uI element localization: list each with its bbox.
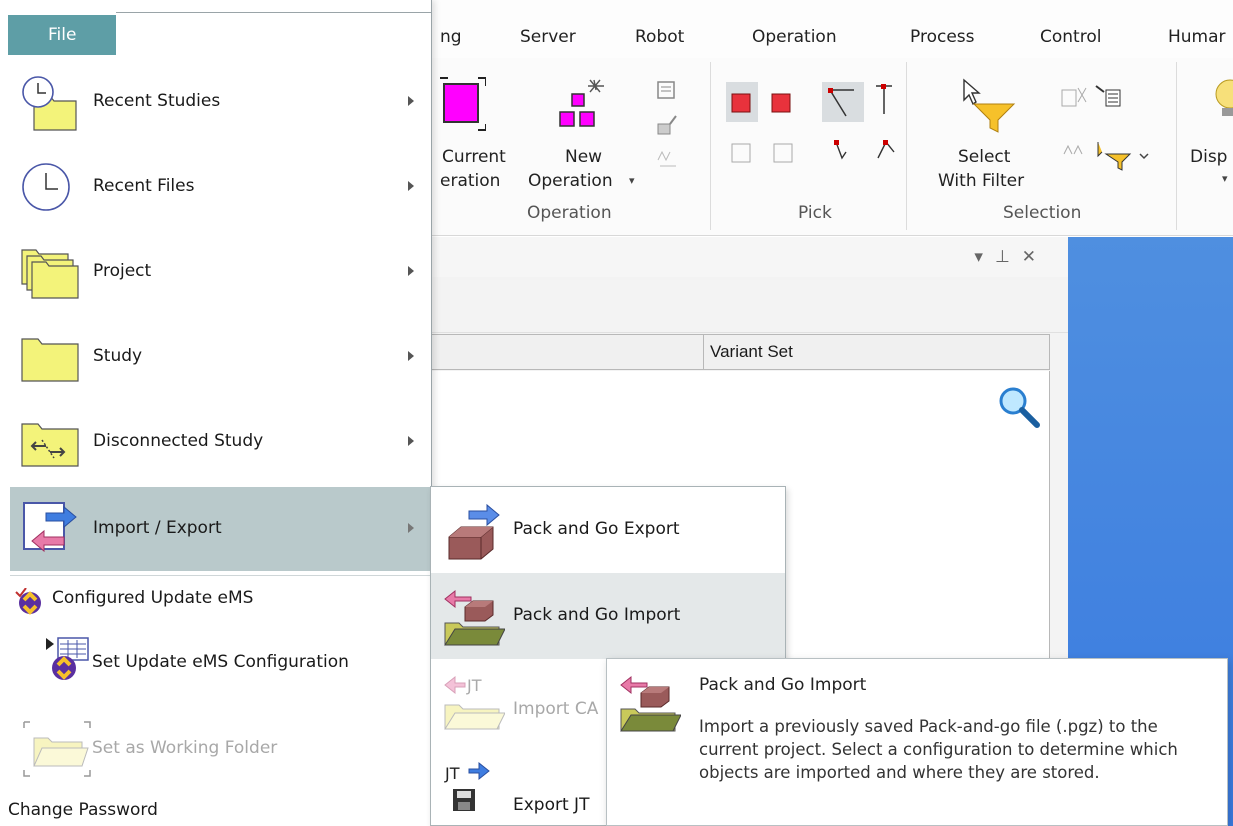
export-jt-label: Export JT xyxy=(513,795,590,815)
import-cad-label: Import CA xyxy=(513,699,599,719)
menu-item-set-update-ems-configuration[interactable]: Set Update eMS Configuration xyxy=(10,636,420,686)
group-pick-label: Pick xyxy=(798,203,832,223)
clock-icon xyxy=(20,159,78,222)
set-update-ems-configuration-label: Set Update eMS Configuration xyxy=(92,652,349,672)
project-label: Project xyxy=(93,261,152,281)
menu-item-project[interactable]: Project xyxy=(10,230,430,314)
panel-dropdown-icon[interactable]: ▾ xyxy=(974,247,995,267)
tab-modeling[interactable]: ng xyxy=(440,27,462,47)
tab-robot[interactable]: Robot xyxy=(635,27,684,47)
selection-tools-icons[interactable] xyxy=(1060,84,1170,179)
tab-server[interactable]: Server xyxy=(520,27,576,47)
study-label: Study xyxy=(93,346,143,366)
select-with-filter-icon[interactable] xyxy=(960,78,1016,139)
panel-controls: ▾⊥✕ xyxy=(974,247,1048,267)
new-operation-label-2[interactable]: Operation xyxy=(528,170,613,192)
menu-item-set-as-working-folder[interactable]: Set as Working Folder xyxy=(10,720,420,778)
recent-studies-label: Recent Studies xyxy=(93,91,221,111)
operation-tree-icon[interactable] xyxy=(656,80,678,175)
panel-pin-icon[interactable]: ⊥ xyxy=(995,247,1022,267)
pick-icons[interactable] xyxy=(726,82,896,187)
group-operation-label: Operation xyxy=(527,203,612,223)
panel-close-icon[interactable]: ✕ xyxy=(1022,247,1048,267)
import-cad-jt-icon: JT xyxy=(443,669,506,738)
project-folders-icon xyxy=(20,244,82,307)
submenu-item-pack-and-go-export[interactable]: Pack and Go Export xyxy=(431,487,785,573)
set-as-working-folder-label: Set as Working Folder xyxy=(92,738,278,758)
tooltip-title: Pack and Go Import xyxy=(699,675,867,695)
recent-files-label: Recent Files xyxy=(93,176,195,196)
current-operation-icon[interactable] xyxy=(440,76,487,137)
current-operation-label-2[interactable]: eration xyxy=(440,170,500,192)
import-cad-icon-text: JT xyxy=(466,676,482,695)
menu-item-import-export[interactable]: Import / Export xyxy=(10,487,430,571)
new-operation-icon[interactable] xyxy=(558,78,606,135)
menu-item-recent-studies[interactable]: Recent Studies xyxy=(10,60,430,144)
export-jt-icon-text: JT xyxy=(444,764,460,783)
menu-separator xyxy=(10,575,430,576)
file-tab[interactable]: File xyxy=(8,15,116,55)
menu-item-change-password[interactable]: Change Password xyxy=(8,800,158,820)
tab-control[interactable]: Control xyxy=(1040,27,1101,47)
chevron-right-icon xyxy=(408,523,414,533)
file-menu: File Recent Studies Recent Files Project… xyxy=(0,0,432,826)
configured-update-ems-label: Configured Update eMS xyxy=(52,588,254,608)
recent-studies-icon xyxy=(20,74,78,137)
new-operation-dropdown-icon[interactable]: ▾ xyxy=(629,170,635,192)
disconnected-study-icon xyxy=(20,414,82,477)
display-dropdown-icon[interactable]: ▾ xyxy=(1222,168,1228,190)
menu-item-disconnected-study[interactable]: Disconnected Study xyxy=(10,400,430,484)
disconnected-study-label: Disconnected Study xyxy=(93,431,264,451)
working-folder-icon xyxy=(23,721,91,777)
pack-and-go-import-label: Pack and Go Import xyxy=(513,605,681,625)
select-with-filter-label-2[interactable]: With Filter xyxy=(938,170,1024,192)
chevron-right-icon xyxy=(408,351,414,361)
grid-header: Variant Set xyxy=(430,334,1050,370)
tooltip: Pack and Go Import Import a previously s… xyxy=(606,658,1228,826)
current-operation-label-1[interactable]: Current xyxy=(442,146,506,168)
column-header-variant-set[interactable]: Variant Set xyxy=(703,335,1049,369)
pack-and-go-export-label: Pack and Go Export xyxy=(513,519,680,539)
menu-item-study[interactable]: Study xyxy=(10,315,430,399)
tab-operation[interactable]: Operation xyxy=(752,27,837,47)
chevron-right-icon xyxy=(408,181,414,191)
group-selection-label: Selection xyxy=(1003,203,1082,223)
pack-and-go-import-icon xyxy=(619,669,682,738)
panel-toolbar-strip xyxy=(430,277,1070,333)
display-label[interactable]: Disp xyxy=(1190,146,1227,168)
import-export-icon xyxy=(20,499,82,564)
tab-process[interactable]: Process xyxy=(910,27,975,47)
search-magnifier-icon[interactable] xyxy=(997,385,1045,433)
chevron-right-icon xyxy=(408,266,414,276)
select-with-filter-label-1[interactable]: Select xyxy=(958,146,1010,168)
export-jt-icon: JT xyxy=(443,755,505,824)
submenu-item-pack-and-go-import[interactable]: Pack and Go Import xyxy=(431,573,785,659)
pack-and-go-export-icon xyxy=(443,497,501,566)
import-export-label: Import / Export xyxy=(93,518,222,538)
tooltip-description: Import a previously saved Pack-and-go fi… xyxy=(699,717,1178,782)
configured-update-icon xyxy=(15,588,41,615)
tab-human[interactable]: Humar xyxy=(1168,27,1226,47)
new-operation-label-1[interactable]: New xyxy=(565,146,602,168)
set-update-config-icon xyxy=(46,637,89,680)
display-bulb-icon[interactable] xyxy=(1208,78,1233,125)
chevron-right-icon xyxy=(408,96,414,106)
study-folder-icon xyxy=(20,329,82,392)
panel-title-bar: ▾⊥✕ xyxy=(430,237,1070,277)
chevron-right-icon xyxy=(408,436,414,446)
pack-and-go-import-icon xyxy=(443,583,506,652)
menu-item-configured-update-ems[interactable]: Configured Update eMS xyxy=(10,586,420,616)
menu-item-recent-files[interactable]: Recent Files xyxy=(10,145,430,229)
